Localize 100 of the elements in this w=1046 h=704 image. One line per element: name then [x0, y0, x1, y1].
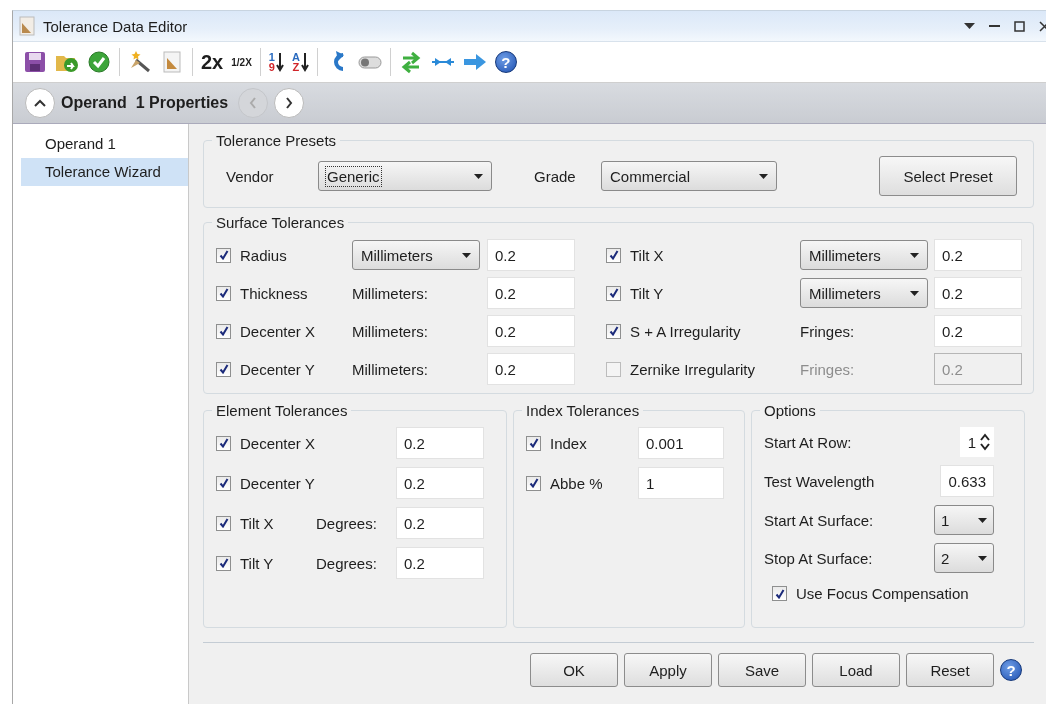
surface-dropdown[interactable]: 2	[934, 543, 994, 573]
unit-dropdown[interactable]: Millimeters	[352, 240, 480, 270]
caret-icon	[978, 517, 987, 523]
option-label: Start At Surface:	[764, 511, 875, 529]
checkbox-label: S + A Irregularity	[630, 322, 741, 340]
checkbox[interactable]	[216, 361, 231, 377]
vendor-dropdown[interactable]: Generic	[318, 161, 492, 191]
value-field[interactable]: 0.2	[396, 467, 484, 499]
value-field[interactable]: 0.2	[487, 239, 575, 271]
group-title: Tolerance Presets	[215, 132, 338, 149]
checkbox-label: Tilt X	[240, 514, 274, 532]
checkbox-label: Tilt X	[630, 246, 664, 264]
checkbox[interactable]	[606, 247, 621, 263]
checkbox-label: Tilt Y	[630, 284, 664, 302]
value-field[interactable]: 0.2	[934, 315, 1022, 347]
dialog-button[interactable]: OK	[530, 653, 618, 687]
group-title: Options	[763, 402, 817, 419]
dialog-button[interactable]: Load	[812, 653, 900, 687]
unit-label: Millimeters:	[352, 284, 429, 302]
wavelength-field[interactable]: 0.633	[940, 465, 994, 497]
option-label: Test Wavelength	[764, 472, 876, 490]
surface-dropdown[interactable]: 1	[934, 505, 994, 535]
group-title: Surface Tolerances	[215, 214, 346, 231]
dialog-button[interactable]: Reset	[906, 653, 994, 687]
group-title: Element Tolerances	[215, 402, 349, 419]
value-field[interactable]: 0.2	[487, 315, 575, 347]
zoom-in-label[interactable]: 2x	[201, 50, 224, 74]
vendor-label: Vendor	[226, 167, 275, 185]
checkbox[interactable]	[606, 323, 621, 339]
group-title: Index Tolerances	[525, 402, 641, 419]
unit-label: Millimeters:	[352, 360, 429, 378]
minimize-icon[interactable]	[989, 24, 1000, 28]
chevron-up-icon	[34, 99, 46, 107]
caret-icon	[474, 173, 483, 179]
checkbox-label: Decenter X	[240, 434, 316, 452]
check-icon[interactable]	[87, 50, 111, 74]
dropdown-icon[interactable]	[964, 23, 975, 29]
value-field[interactable]: 0.2	[396, 427, 484, 459]
header-title: Operand 1 Properties	[61, 94, 229, 112]
value-field[interactable]: 0.2	[487, 353, 575, 385]
unit-dropdown[interactable]: Millimeters	[800, 240, 928, 270]
checkbox-label: Zernike Irregularity	[630, 360, 756, 378]
grade-dropdown[interactable]: Commercial	[601, 161, 777, 191]
maximize-icon[interactable]	[1014, 20, 1025, 32]
checkbox-label: Decenter Y	[240, 360, 315, 378]
dialog-button[interactable]: Apply	[624, 653, 712, 687]
checkbox-label: Tilt Y	[240, 554, 274, 572]
option-label: Start At Row:	[764, 433, 853, 451]
unit-dropdown[interactable]: Millimeters	[800, 278, 928, 308]
value-field[interactable]: 0.2	[396, 547, 484, 579]
save-icon[interactable]	[23, 50, 47, 74]
chevron-left-icon	[249, 97, 258, 109]
dialog-button[interactable]: Save	[718, 653, 806, 687]
checkbox[interactable]	[216, 247, 231, 263]
spinner-field[interactable]: 1	[959, 427, 994, 457]
value-field[interactable]: 0.2	[487, 277, 575, 309]
checkbox[interactable]	[216, 323, 231, 339]
sidebar-item[interactable]: Tolerance Wizard	[21, 158, 188, 186]
value-field[interactable]: 0.2	[396, 507, 484, 539]
checkbox[interactable]	[216, 515, 231, 531]
value-field[interactable]: 1	[638, 467, 724, 499]
wand-icon[interactable]	[128, 50, 152, 74]
unit-label: Fringes:	[800, 360, 856, 378]
caret-icon	[910, 290, 919, 296]
unit-label: Degrees:	[316, 514, 378, 532]
checkbox-label: Decenter Y	[240, 474, 315, 492]
grade-label: Grade	[534, 167, 577, 185]
value-field[interactable]: 0.001	[638, 427, 724, 459]
next-button[interactable]	[274, 88, 305, 118]
help-icon[interactable]: ?	[1000, 659, 1022, 681]
caret-icon	[910, 252, 919, 258]
spinner-arrows-icon[interactable]	[980, 433, 990, 451]
select-preset-button[interactable]: Select Preset	[879, 156, 1017, 196]
checkbox-label: Thickness	[240, 284, 308, 302]
checkbox[interactable]	[526, 475, 541, 491]
triangle-ruler-icon[interactable]	[160, 50, 184, 74]
app-icon	[19, 16, 35, 36]
checkbox[interactable]	[216, 285, 231, 301]
checkbox-label: Abbe %	[550, 474, 603, 492]
checkbox-label: Decenter X	[240, 322, 316, 340]
caret-icon	[462, 252, 471, 258]
checkbox[interactable]	[606, 285, 621, 301]
caret-icon	[759, 173, 768, 179]
chevron-right-icon	[285, 97, 294, 109]
unit-label: Degrees:	[316, 554, 378, 572]
value-field[interactable]: 0.2	[934, 239, 1022, 271]
window-title: Tolerance Data Editor	[43, 17, 189, 35]
value-field[interactable]: 0.2	[934, 277, 1022, 309]
caret-icon	[978, 555, 987, 561]
option-label: Stop At Surface:	[764, 549, 874, 567]
checkbox[interactable]	[526, 435, 541, 451]
unit-label: Fringes:	[800, 322, 856, 340]
checkbox[interactable]	[216, 555, 231, 571]
checkbox[interactable]	[216, 475, 231, 491]
collapse-button[interactable]	[25, 88, 55, 118]
sidebar-item[interactable]: Operand 1	[21, 130, 188, 158]
checkbox[interactable]	[216, 435, 231, 451]
zoom-out-label[interactable]: 1/2X	[231, 56, 252, 68]
checkbox[interactable]	[772, 586, 787, 601]
checkbox-label: Use Focus Compensation	[796, 585, 969, 602]
